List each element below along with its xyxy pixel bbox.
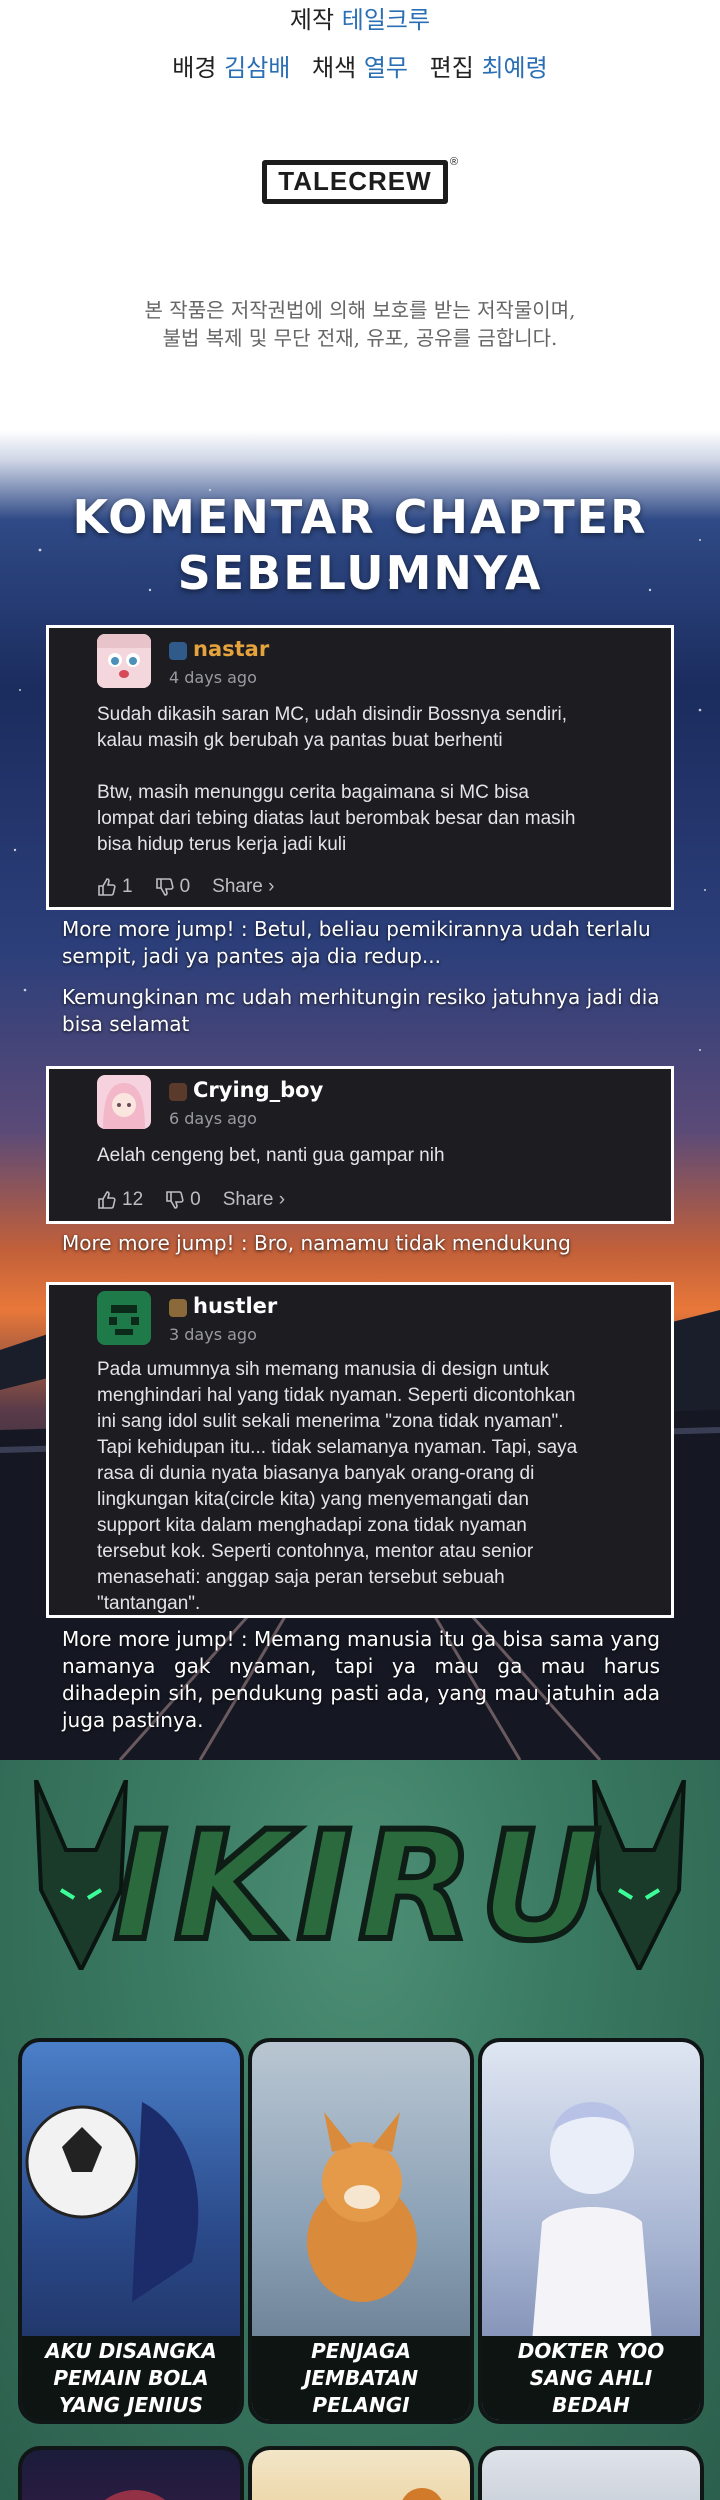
soccer-cover-art (25, 2102, 199, 2302)
manhwa-thumbnail-partial[interactable] (478, 2446, 704, 2500)
user-badge-icon (169, 642, 187, 660)
manhwa-thumbnail[interactable]: DOKTER YOO SANG AHLI BEDAH (478, 2038, 704, 2424)
manhwa-title: DOKTER YOO SANG AHLI BEDAH (482, 2336, 700, 2420)
comment-username[interactable]: hustler (193, 1294, 277, 1318)
credit-line-staff: 배경 김삼배 채색 열무 편집 최예령 (0, 48, 720, 83)
comment-reply: More more jump! : Memang manusia itu ga … (62, 1627, 660, 1732)
comment-body: Sudah dikasih saran MC, udah disindir Bo… (97, 704, 576, 855)
comment-reply: More more jump! : Bro, namamu tidak mend… (62, 1231, 571, 1255)
credit-name: 테일크루 (341, 6, 431, 34)
comment-body: Pada umumnya sih memang manusia di desig… (97, 1359, 578, 1614)
comment-reply: Kemungkinan mc udah merhitungin resiko j… (62, 985, 660, 1036)
credit-role: 편집 (429, 54, 474, 82)
credit-name: 김삼배 (224, 54, 291, 82)
comment-card: nastar 4 days ago Sudah dikasih saran MC… (46, 625, 674, 910)
cover-art-partial (402, 2488, 442, 2500)
thumbs-up-icon (98, 878, 116, 896)
talecrew-logo: TALECREW ® (262, 156, 458, 216)
comment-body: Aelah cengeng bet, nanti gua gampar nih (97, 1145, 445, 1166)
like-count: 1 (122, 876, 133, 897)
credit-role: 배경 (172, 54, 217, 82)
credit-role: 채색 (312, 54, 357, 82)
share-button[interactable]: Share › (223, 1189, 285, 1211)
cover-art-partial (482, 2450, 704, 2500)
user-badge-icon (169, 1083, 187, 1101)
corgi-cover-art (307, 2112, 417, 2302)
dislike-count: 0 (190, 1189, 201, 1210)
manhwa-thumbnail[interactable]: PENJAGA JEMBATAN PELANGI (248, 2038, 474, 2424)
logo-text: TALECREW (278, 166, 432, 196)
comments-title-line2: SEBELUMNYA (177, 546, 543, 600)
share-button[interactable]: Share › (212, 876, 274, 898)
comment-date: 4 days ago (169, 668, 257, 687)
avatar (97, 1075, 151, 1129)
credit-line-production: 제작 테일크루 (0, 0, 720, 35)
previous-chapter-comments-section: KOMENTAR CHAPTER SEBELUMNYA nastar 4 day… (0, 430, 720, 1760)
cover-art-partial (105, 2490, 165, 2500)
avatar (97, 1291, 151, 1345)
comment-actions: 12 0 Share › (97, 1187, 307, 1213)
thumbs-up-icon (98, 1191, 116, 1209)
manhwa-thumbnail-partial[interactable] (248, 2446, 474, 2500)
registered-mark: ® (450, 156, 459, 168)
comment-reply: More more jump! : Betul, beliau pemikira… (62, 917, 651, 968)
manhwa-title: PENJAGA JEMBATAN PELANGI (252, 2336, 470, 2420)
copyright-notice-line1: 본 작품은 저작권법에 의해 보호를 받는 저작물이며, (144, 298, 576, 322)
like-button[interactable]: 12 (97, 1189, 143, 1211)
credit-name: 최예령 (481, 54, 548, 82)
like-count: 12 (122, 1189, 144, 1210)
dislike-button[interactable]: 0 (165, 1189, 201, 1211)
comment-date: 3 days ago (169, 1325, 257, 1344)
credits-section: 제작 테일크루 배경 김삼배 채색 열무 편집 최예령 TALECREW ® 본… (0, 0, 720, 430)
comment-card: Crying_boy 6 days ago Aelah cengeng bet,… (46, 1066, 674, 1224)
like-button[interactable]: 1 (97, 876, 133, 898)
comment-username[interactable]: Crying_boy (193, 1078, 323, 1102)
comment-username[interactable]: nastar (193, 637, 269, 661)
comment-card: hustler 3 days ago Pada umumnya sih mema… (46, 1282, 674, 1618)
manhwa-title: AKU DISANGKA PEMAIN BOLA YANG JENIUS (22, 2336, 240, 2420)
avatar (97, 634, 151, 688)
ikiru-brand-title: IKIRU (109, 1797, 608, 1977)
comments-title-line1: KOMENTAR CHAPTER (72, 490, 648, 544)
credit-name: 열무 (363, 54, 408, 82)
copyright-notice-line2: 불법 복제 및 무단 전재, 유포, 공유를 금합니다. (162, 326, 558, 350)
dislike-button[interactable]: 0 (155, 876, 191, 898)
ikiru-promo-section: IKIRU AKU DISANGKA PEMAIN BOLA YANG JENI… (0, 1760, 720, 2500)
credit-role: 제작 (289, 6, 335, 34)
thumbs-down-icon (166, 1191, 184, 1209)
comment-date: 6 days ago (169, 1109, 257, 1128)
manhwa-thumbnail[interactable]: AKU DISANGKA PEMAIN BOLA YANG JENIUS (18, 2038, 244, 2424)
manhwa-thumbnail-partial[interactable] (18, 2446, 244, 2500)
doctor-cover-art (532, 2102, 652, 2342)
thumbs-down-icon (155, 878, 174, 896)
comment-actions: 1 0 Share › (97, 874, 296, 900)
dislike-count: 0 (179, 876, 191, 897)
user-badge-icon (169, 1299, 187, 1317)
